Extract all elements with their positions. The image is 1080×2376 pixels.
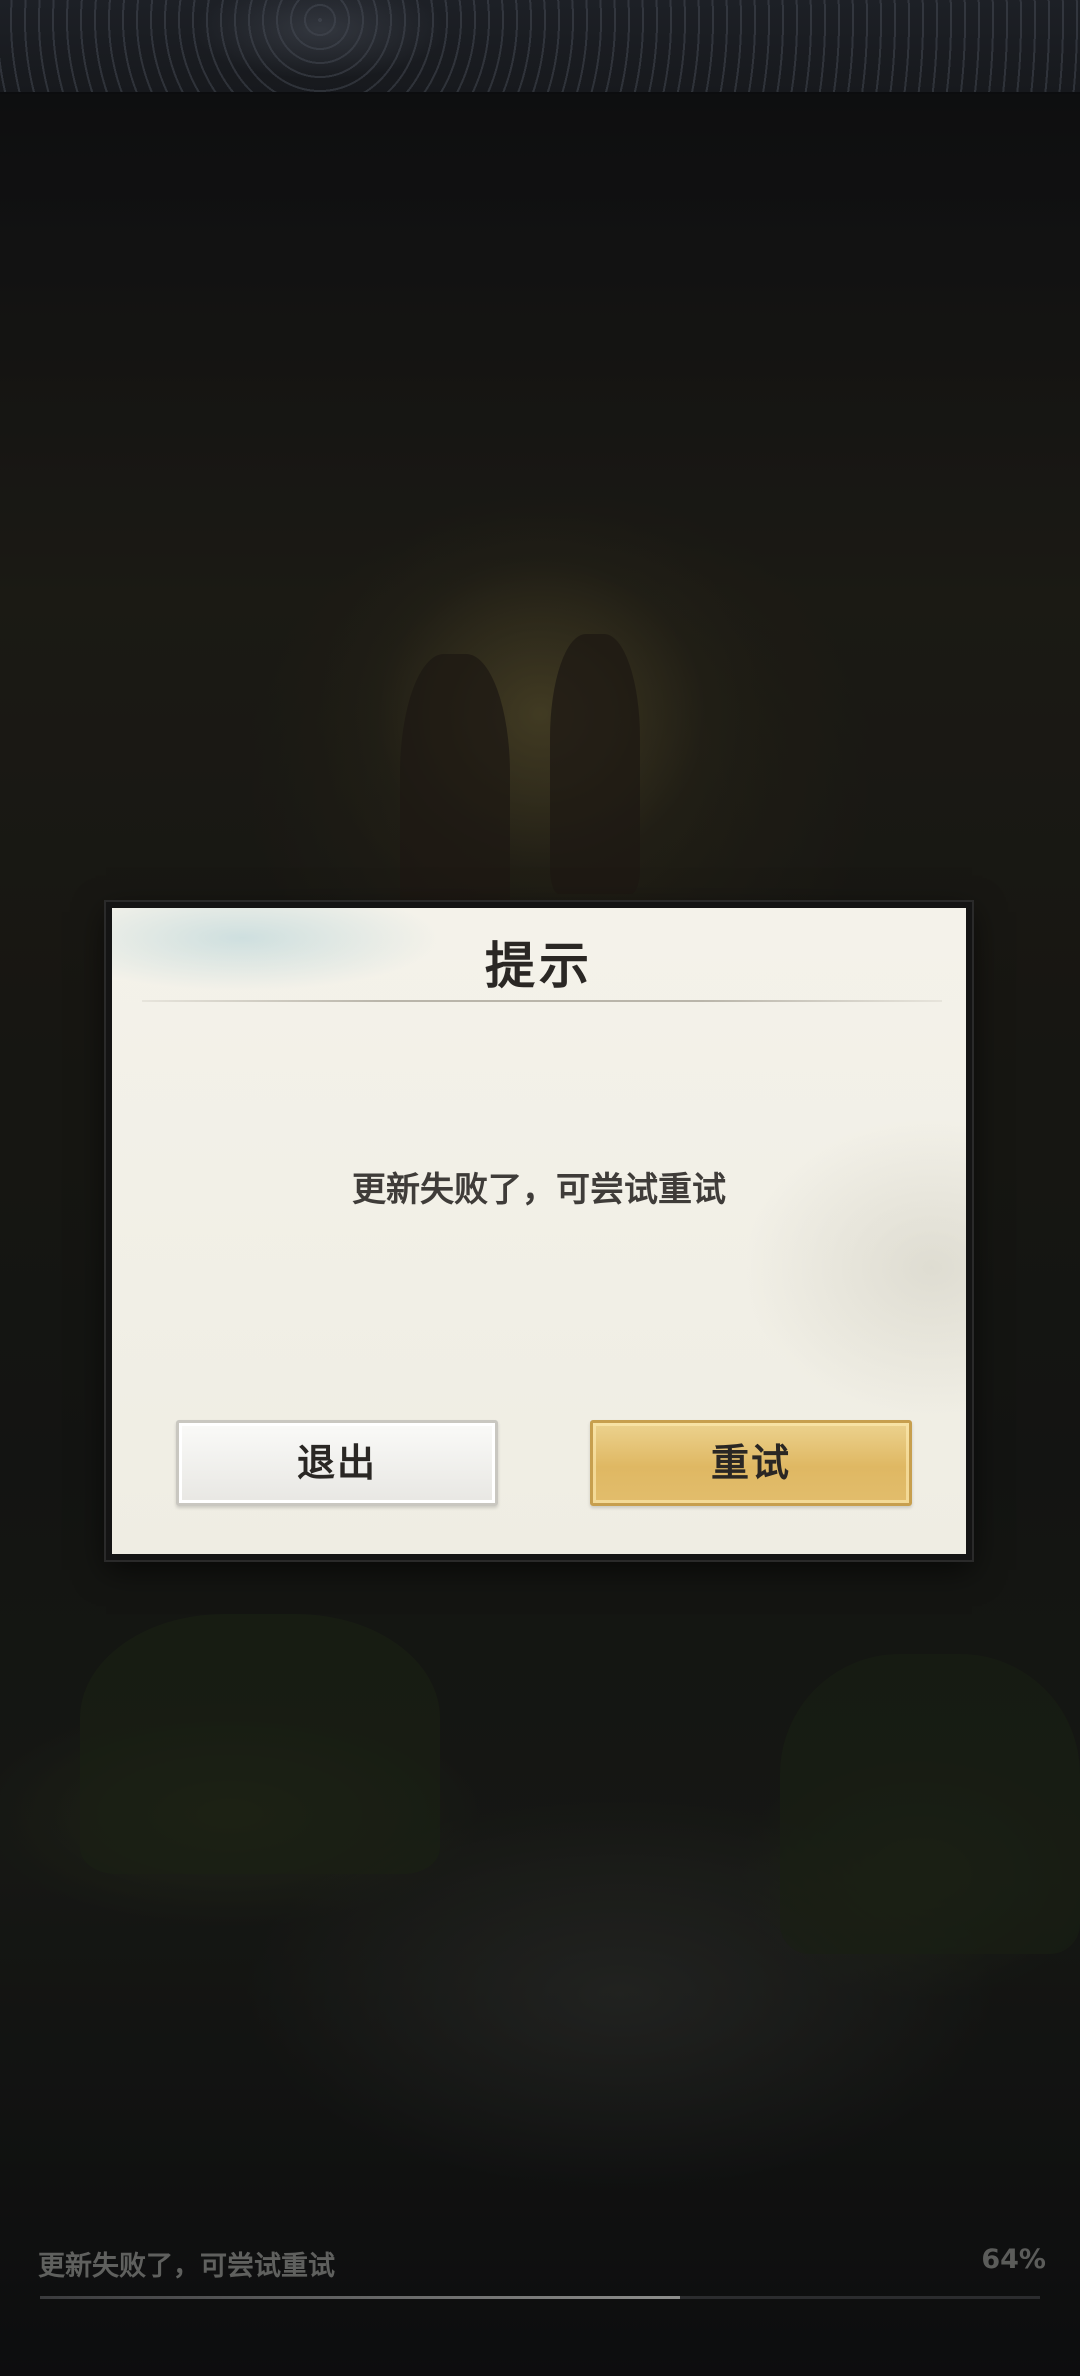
dialog-title: 提示 xyxy=(485,936,593,995)
title-divider xyxy=(142,1000,942,1002)
update-status-text: 更新失败了，可尝试重试 xyxy=(38,2251,335,2282)
exit-button[interactable]: 退出 xyxy=(176,1420,498,1506)
progress-bar-fill xyxy=(40,2296,680,2299)
retry-button[interactable]: 重试 xyxy=(590,1420,912,1506)
update-screen: 提示 更新失败了，可尝试重试 退出 重试 更新失败了，可尝试重试 64% xyxy=(0,0,1080,2376)
progress-bar xyxy=(40,2296,1040,2299)
update-failed-dialog: 提示 更新失败了，可尝试重试 退出 重试 xyxy=(106,902,972,1560)
dialog-message: 更新失败了，可尝试重试 xyxy=(352,1170,726,1210)
progress-percent: 64% xyxy=(981,2244,1046,2275)
top-decorative-band xyxy=(0,0,1080,94)
